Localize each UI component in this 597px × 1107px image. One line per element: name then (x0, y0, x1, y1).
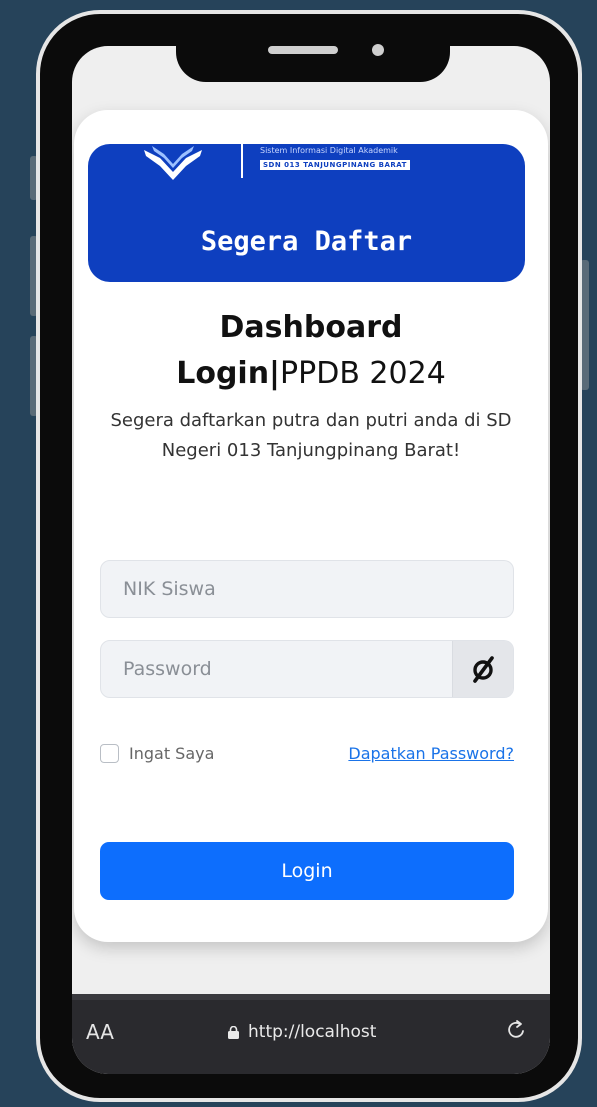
url-field[interactable]: http://localhost (228, 1022, 376, 1042)
remember-me[interactable]: Ingat Saya (100, 744, 214, 763)
password-placeholder: Password (123, 658, 212, 680)
password-toggle-button[interactable] (452, 641, 513, 697)
text-size-button[interactable]: AA (86, 1020, 114, 1044)
browser-address-bar: AA http://localhost (72, 994, 550, 1074)
page-title-line2: Login|PPDB 2024 (74, 356, 548, 391)
login-button[interactable]: Login (100, 842, 514, 900)
page-title-rest: PPDB 2024 (280, 356, 446, 391)
logo-divider (241, 144, 243, 178)
brand-tag: SDN 013 TANJUNGPINANG BARAT (260, 160, 410, 170)
lock-icon (228, 1025, 239, 1039)
phone-notch (176, 14, 450, 82)
phone-frame: Sistem Informasi Digital Akademik SDN 01… (36, 10, 582, 1102)
brand-subtitle: Sistem Informasi Digital Akademik (260, 146, 398, 155)
remember-checkbox[interactable] (100, 744, 119, 763)
page-title-bold: Login| (176, 356, 281, 391)
front-camera (372, 44, 384, 56)
reload-icon[interactable] (504, 1018, 528, 1042)
url-text: http://localhost (248, 1022, 377, 1042)
speaker-grille (268, 46, 338, 54)
text-size-label: AA (86, 1020, 114, 1044)
phone-screen: Sistem Informasi Digital Akademik SDN 01… (72, 46, 550, 1074)
school-logo-icon (144, 146, 202, 180)
password-input[interactable]: Password (100, 640, 514, 698)
page-description: Segera daftarkan putra dan putri anda di… (110, 410, 512, 461)
forgot-password-link[interactable]: Dapatkan Password? (348, 744, 514, 763)
login-card: Sistem Informasi Digital Akademik SDN 01… (74, 110, 548, 942)
page-title-line1: Dashboard (219, 310, 403, 345)
remember-label: Ingat Saya (129, 744, 215, 763)
nik-input[interactable]: NIK Siswa (100, 560, 514, 618)
banner-title: Segera Daftar (200, 226, 413, 257)
eye-slash-icon (473, 656, 494, 683)
header-banner: Sistem Informasi Digital Akademik SDN 01… (88, 144, 525, 282)
